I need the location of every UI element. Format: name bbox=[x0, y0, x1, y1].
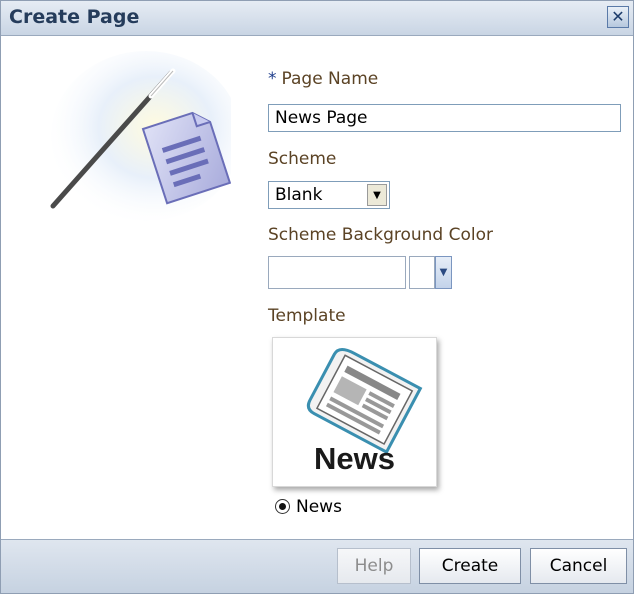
dialog-footer: Help Create Cancel bbox=[1, 539, 633, 593]
dialog-title: Create Page bbox=[9, 6, 140, 28]
template-label: Template bbox=[268, 306, 346, 326]
page-name-label: * Page Name bbox=[268, 69, 378, 89]
dialog-titlebar: Create Page ✕ bbox=[1, 1, 633, 36]
magic-wand-page-icon bbox=[50, 51, 231, 221]
create-page-dialog: Create Page ✕ * Page Name News Page Sche… bbox=[0, 0, 634, 594]
cancel-button[interactable]: Cancel bbox=[530, 548, 627, 584]
close-icon[interactable]: ✕ bbox=[607, 6, 629, 28]
chevron-down-icon[interactable]: ▼ bbox=[367, 184, 387, 206]
radio-selected-dot bbox=[279, 503, 286, 510]
template-card-title: News bbox=[314, 441, 395, 476]
scheme-background-color-input[interactable] bbox=[268, 256, 406, 289]
scheme-select-value: Blank bbox=[275, 185, 323, 205]
scheme-select[interactable]: Blank ▼ bbox=[268, 181, 390, 209]
required-marker: * bbox=[268, 69, 277, 89]
page-name-input[interactable] bbox=[268, 104, 621, 132]
help-button[interactable]: Help bbox=[337, 548, 411, 584]
template-radio-label: News bbox=[296, 497, 342, 517]
scheme-background-color-label: Scheme Background Color bbox=[268, 225, 494, 245]
create-button[interactable]: Create bbox=[419, 548, 521, 584]
color-swatch[interactable] bbox=[409, 256, 435, 289]
page-name-label-text: Page Name bbox=[281, 69, 379, 89]
scheme-label: Scheme bbox=[268, 149, 337, 169]
color-dropdown-chevron-icon[interactable]: ▼ bbox=[435, 256, 452, 289]
template-card-news[interactable]: News bbox=[272, 337, 437, 487]
template-radio-news[interactable] bbox=[275, 499, 290, 514]
